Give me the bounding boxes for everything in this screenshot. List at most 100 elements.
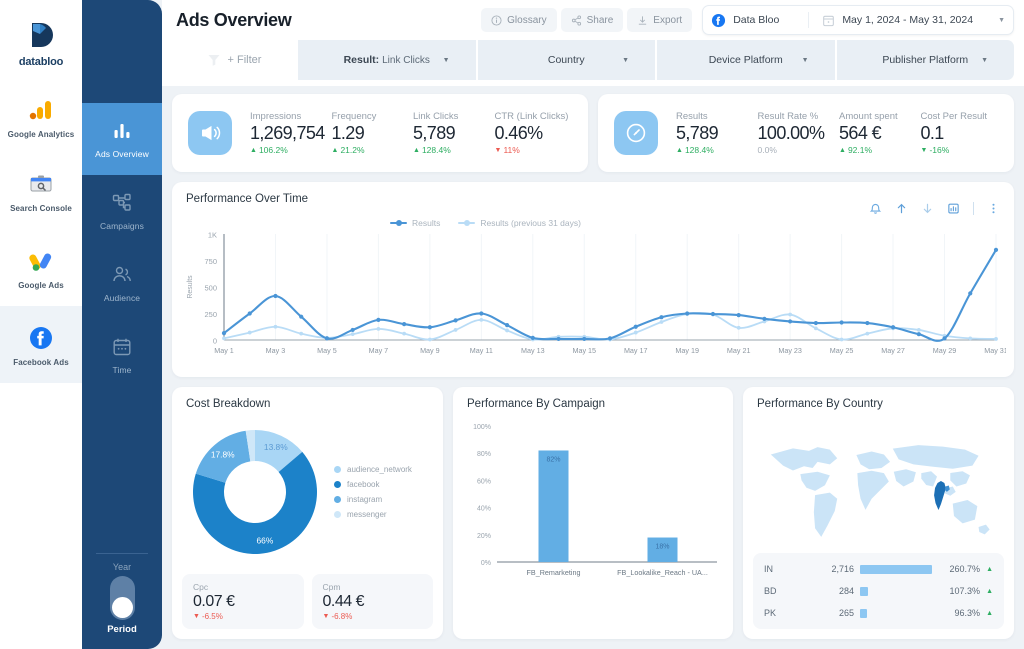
glossary-button[interactable]: Glossary (481, 8, 557, 32)
chevron-down-icon[interactable]: ▼ (998, 17, 1005, 24)
kpi-delta: ▲ 21.2% (332, 145, 410, 155)
share-icon (571, 14, 581, 26)
megaphone-icon (188, 111, 232, 155)
svg-text:May 9: May 9 (420, 346, 440, 355)
filter-name: Result: (343, 54, 380, 66)
kpi-delta: ▼ -16% (921, 145, 999, 155)
filter-result[interactable]: Result: Link Clicks ▼ (296, 40, 476, 80)
legend-item: audience_network (334, 465, 412, 474)
kpi-delta-value: 128.4% (684, 145, 714, 155)
kpi-metrics: Results 5,789 ▲ 128.4% Result Rate % 100.… (676, 111, 998, 155)
kpi-label: Impressions (250, 111, 302, 122)
performance-line-chart: 0 250 500 750 1K Results May 1 May 3 May 5 May 7 M… (187, 231, 1006, 356)
page-title: Ads Overview (176, 9, 292, 30)
sidebar-item-label: Search Console (10, 203, 72, 213)
filter-country[interactable]: Country ▼ (475, 40, 655, 80)
kpi-ctr: CTR (Link Clicks) 0.46% ▼ 11% (495, 111, 573, 155)
legend-item: facebook (334, 480, 412, 489)
more-vertical-icon[interactable] (987, 202, 1000, 215)
google-ads-icon (26, 246, 56, 276)
filter-value: Link Clicks (382, 55, 430, 66)
nav-item-ads-overview[interactable]: Ads Overview (82, 103, 162, 175)
svg-text:May 21: May 21 (727, 346, 751, 355)
kpi-value: 5,789 (676, 123, 719, 143)
sidebar-item-google-ads[interactable]: Google Ads (0, 229, 82, 306)
world-map (770, 444, 990, 537)
mini-value: 0.07 € (193, 593, 235, 610)
svg-text:20%: 20% (477, 533, 491, 540)
kpi-frequency: Frequency 1.29 ▲ 21.2% (332, 111, 410, 155)
svg-text:FB_Lookalike_Reach - UA...: FB_Lookalike_Reach - UA... (617, 568, 708, 577)
arrow-down-icon: ▼ (193, 613, 200, 620)
divider (973, 202, 974, 215)
chevron-down-icon[interactable]: ▼ (802, 57, 809, 64)
search-console-icon (26, 169, 56, 199)
toggle-knob[interactable] (111, 597, 133, 618)
toggle-label-period: Period (107, 624, 137, 635)
svg-text:100%: 100% (473, 424, 491, 431)
bar-fill (860, 586, 868, 596)
kpi-impressions: Impressions 1,269,754 ▲ 106.2% (250, 111, 328, 155)
kpi-delta: 0.0% (758, 145, 836, 155)
kpi-delta-value: 11% (503, 145, 520, 155)
sidebar-item-facebook-ads[interactable]: Facebook Ads (0, 306, 82, 383)
calendar-icon (823, 15, 835, 26)
chevron-down-icon[interactable]: ▼ (443, 57, 450, 64)
arrow-down-icon: ▼ (322, 613, 330, 620)
gauge-icon (614, 111, 658, 155)
kpi-row: Impressions 1,269,754 ▲ 106.2% Frequency … (172, 94, 1014, 172)
legend-swatch (334, 511, 341, 518)
legend-label: facebook (347, 480, 380, 489)
kpi-value: 0.46% (494, 123, 544, 143)
account-date-selector[interactable]: Data Bloo May 1, 2024 - May 31, 2024 ▼ (702, 5, 1014, 35)
country-code: BD (764, 586, 777, 596)
toggle-label-year: Year (112, 562, 132, 572)
chevron-down-icon[interactable]: ▼ (622, 57, 629, 64)
legend-swatch (334, 481, 341, 488)
sidebar-item-search-console[interactable]: Search Console (0, 152, 82, 229)
kpi-delta: ▲ 92.1% (839, 145, 917, 155)
kpi-value: 564 € (839, 123, 882, 143)
export-button[interactable]: Export (627, 8, 693, 32)
svg-text:40%: 40% (477, 506, 491, 513)
share-button[interactable]: Share (560, 8, 624, 32)
nav-item-label: Time (112, 364, 132, 375)
kpi-delta-value: 21.2% (340, 145, 365, 155)
svg-text:FB_Remarketing: FB_Remarketing (527, 568, 581, 577)
kpi-label: Amount spent (839, 111, 898, 122)
filter-publisher-platform[interactable]: Publisher Platform ▼ (834, 40, 1014, 80)
nav-item-time[interactable]: Time (82, 319, 162, 391)
sidebar-item-label: Google Ads (18, 280, 64, 290)
mini-label: Cpc (193, 582, 209, 592)
svg-text:May 25: May 25 (830, 346, 854, 355)
bell-icon[interactable] (869, 202, 882, 215)
period-year-toggle[interactable]: Year Period (82, 553, 162, 635)
google-analytics-icon (26, 95, 56, 125)
card-title: Performance By Campaign (467, 398, 606, 410)
kpi-value: 1.29 (331, 123, 365, 143)
nav-item-campaigns[interactable]: Campaigns (82, 175, 162, 247)
cost-breakdown-card: Cost Breakdown 13.8% 66% 17.8% audience_ne… (172, 387, 443, 639)
svg-text:May 3: May 3 (266, 346, 286, 355)
databloo-logo-icon (31, 23, 53, 47)
arrow-up-icon: ▲ (413, 146, 420, 154)
arrow-up-icon: ▲ (986, 565, 993, 573)
sidebar-item-google-analytics[interactable]: Google Analytics (0, 82, 82, 152)
table-row: PK 265 96.3% ▲ (753, 602, 1004, 624)
country-change: 96.3% (954, 608, 981, 618)
arrow-down-icon[interactable] (921, 202, 934, 215)
nav-item-audience[interactable]: Audience (82, 247, 162, 319)
chart-toolbar (869, 202, 1000, 215)
toggle-track[interactable] (109, 576, 135, 620)
bar-fill (860, 608, 868, 618)
filter-device-platform[interactable]: Device Platform ▼ (655, 40, 835, 80)
arrow-up-icon[interactable] (895, 202, 908, 215)
bar-chart-icon (111, 120, 133, 142)
kpi-amount-spent: Amount spent 564 € ▲ 92.1% (839, 111, 917, 155)
add-filter-button[interactable]: + Filter (172, 40, 296, 80)
chevron-down-icon[interactable]: ▼ (981, 57, 988, 64)
table-row: BD 284 107.3% ▲ (753, 580, 1004, 602)
svg-text:May 29: May 29 (933, 346, 957, 355)
chart-export-icon[interactable] (947, 202, 960, 215)
glossary-label: Glossary (507, 14, 547, 26)
